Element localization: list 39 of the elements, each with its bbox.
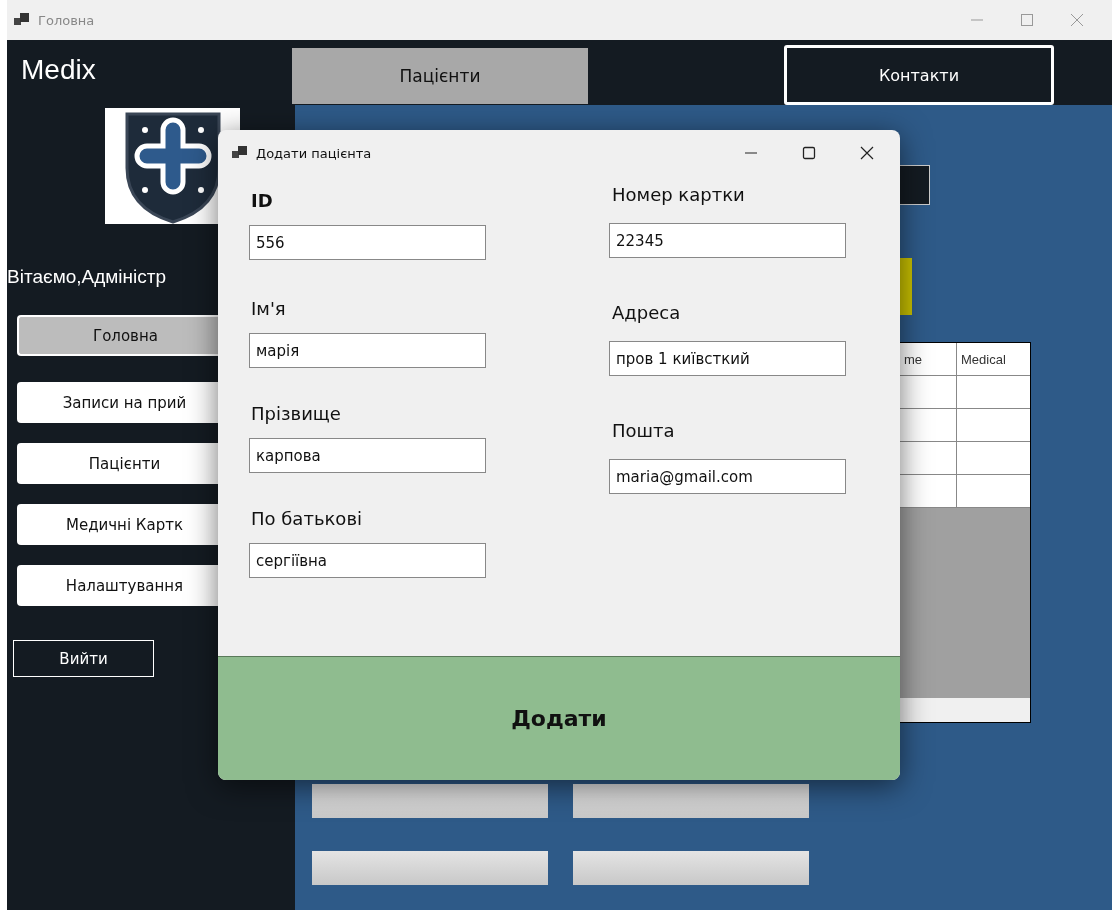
sidebar-item[interactable]: Налаштування [17,565,218,606]
app-icon [14,13,30,27]
blank-button[interactable] [573,784,809,818]
input-field[interactable]: maria@gmail.com [609,459,846,494]
field-label: Ім'я [251,298,287,319]
input-field[interactable]: сергіївна [249,543,486,578]
horizontal-scrollbar[interactable] [900,698,1030,722]
dialog-title: Додати пацієнта [256,145,372,161]
blank-button[interactable] [312,784,548,818]
nav-tab[interactable]: Пацієнти [292,48,588,104]
close-icon[interactable] [860,146,874,160]
greeting-text: Вітаємо,Адміністр [7,266,167,288]
field-label: Адреса [612,302,682,323]
sidebar-item[interactable]: Записи на прий [17,382,218,423]
maximize-icon[interactable] [802,146,816,160]
window-title: Головна [38,12,95,28]
input-field[interactable]: пров 1 київсткий [609,341,846,376]
input-field[interactable]: марія [249,333,486,368]
sidebar-item[interactable]: Медичні Картк [17,504,218,545]
add-button[interactable]: Додати [218,656,900,780]
blank-button[interactable] [312,851,548,885]
app-name: Medix [21,54,96,86]
field-label: Номер картки [612,184,746,205]
logout-button[interactable]: Вийти [13,640,154,677]
field-label: Прізвище [251,403,342,424]
blank-button[interactable] [573,851,809,885]
nav-tab[interactable]: Контакти [784,45,1054,105]
field-label: Пошта [612,420,676,441]
dark-field [900,165,930,205]
input-field[interactable]: 22345 [609,223,846,258]
input-field[interactable]: 556 [249,225,486,260]
app-icon [232,146,248,160]
sidebar-item[interactable]: Пацієнти [17,443,218,484]
column-header: Medical [960,350,1007,369]
sidebar-item[interactable]: Головна [17,315,218,356]
input-field[interactable]: карпова [249,438,486,473]
field-label: ID [251,190,274,211]
field-label: По батькові [251,508,363,529]
action-button[interactable] [900,258,912,315]
